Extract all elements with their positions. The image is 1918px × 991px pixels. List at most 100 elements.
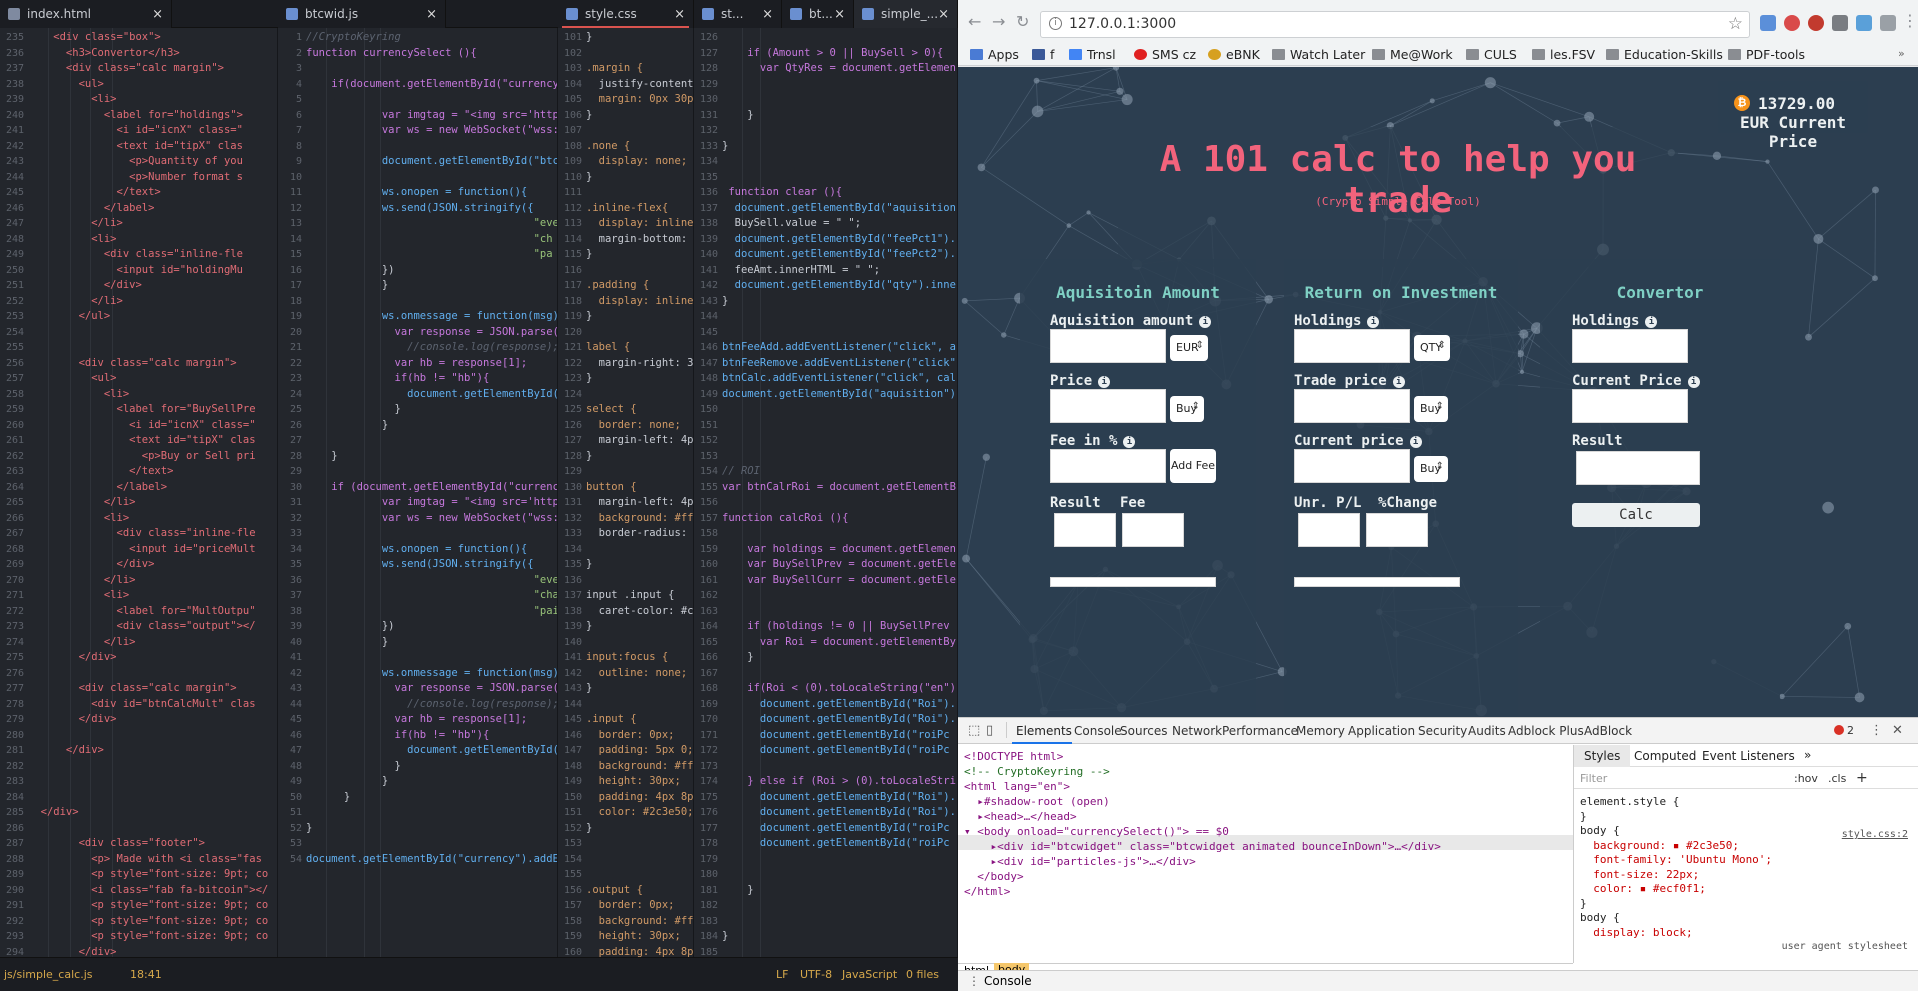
dom-node-line[interactable]: ▸<div id="particles-js">…</div>: [964, 854, 1195, 869]
devtools-tab-elements[interactable]: Elements: [1016, 724, 1072, 738]
editor-pane-btcwid-js[interactable]: 1 2 3 4 5 6 7 8 9 10 11 12 13 14 15 16 17 18 19 20 21 22 23 24 2…: [278, 28, 558, 957]
style-rule-line[interactable]: display: block;: [1580, 926, 1692, 940]
devtools-tab-security[interactable]: Security: [1418, 724, 1467, 738]
status-grammar[interactable]: JavaScript: [842, 968, 897, 981]
close-icon[interactable]: ×: [938, 7, 949, 22]
bookmark-star-icon[interactable]: ☆: [1728, 14, 1743, 34]
info-icon[interactable]: i: [1199, 316, 1212, 328]
device-toolbar-icon[interactable]: ▯: [986, 723, 993, 738]
tab-btcwid-js[interactable]: btcwid.js ×: [278, 0, 446, 28]
menu-icon[interactable]: ⋮: [1902, 11, 1918, 30]
extension-opera-icon[interactable]: [1784, 15, 1800, 31]
style-rule-line[interactable]: element.style {: [1580, 795, 1679, 809]
add-fee-button[interactable]: Add Fee: [1170, 449, 1216, 483]
close-icon[interactable]: ×: [152, 7, 163, 22]
devtools-tab-console[interactable]: Console: [1074, 724, 1122, 738]
info-icon[interactable]: i: [1367, 316, 1380, 328]
convertor-holdings-input[interactable]: [1572, 329, 1688, 363]
dom-node-line[interactable]: ▸#shadow-root (open): [964, 794, 1109, 809]
new-rule-icon[interactable]: +: [1856, 770, 1868, 786]
extension-hat-icon[interactable]: [1832, 15, 1848, 31]
info-icon[interactable]: i: [1687, 376, 1700, 388]
editor-pane-index-html[interactable]: 235 236 237 238 239 240 241 242 243 244 245 246 247 2…: [0, 28, 278, 957]
bookmark-watch-later[interactable]: Watch Later: [1272, 47, 1365, 62]
dom-node-line[interactable]: ▸<head>…</head>: [964, 809, 1076, 824]
editor-pane-style-css[interactable]: 101 102 103 104 105 106 107 108 109 110 111 112 113 1…: [558, 28, 694, 957]
close-icon[interactable]: ×: [834, 7, 845, 22]
calc-button[interactable]: Calc: [1572, 503, 1700, 527]
style-rule-line[interactable]: }: [1580, 897, 1587, 911]
status-line-ending[interactable]: LF: [776, 968, 788, 981]
tab-computed[interactable]: Computed: [1634, 749, 1696, 763]
address-bar[interactable]: i 127.0.0.1:3000 ☆: [1040, 11, 1750, 38]
tab-style-css[interactable]: style.css ×: [558, 0, 694, 28]
style-rule-line[interactable]: background: ▪ #2c3e50;: [1580, 839, 1739, 853]
code-area[interactable]: if (Amount > 0 || BuySell > 0){ var QtyR…: [722, 28, 957, 957]
fee-input[interactable]: [1050, 449, 1166, 483]
info-icon[interactable]: i: [1645, 316, 1658, 328]
info-icon[interactable]: i: [1409, 436, 1422, 448]
style-source-link[interactable]: style.css:2: [1842, 829, 1908, 840]
dom-node-line[interactable]: </body>: [964, 869, 1023, 884]
current-side-select[interactable]: Buy: [1414, 456, 1448, 482]
elements-tree[interactable]: <!DOCTYPE html> <!-- CryptoKeyring --> <ht…: [958, 745, 1573, 963]
inspect-icon[interactable]: ⬚: [968, 723, 980, 738]
extension-pinwheel-icon[interactable]: [1856, 15, 1872, 31]
info-icon[interactable]: i: [1049, 17, 1062, 30]
roi-holdings-input[interactable]: [1294, 329, 1410, 363]
bookmark-pdf-tools[interactable]: PDF-tools: [1728, 47, 1805, 62]
tab-styles[interactable]: Styles: [1584, 749, 1620, 763]
bookmark-ebnk[interactable]: eBNK: [1208, 47, 1260, 62]
style-rule-line[interactable]: }: [1580, 810, 1587, 824]
close-icon[interactable]: ×: [674, 7, 685, 22]
console-drawer-tab[interactable]: Console: [984, 974, 1032, 988]
status-encoding[interactable]: UTF-8: [800, 968, 832, 981]
price-input[interactable]: [1050, 389, 1166, 423]
price-side-select[interactable]: Buy: [1170, 396, 1204, 422]
tab-simple-calc[interactable]: simple_... ×: [854, 0, 958, 28]
reload-icon[interactable]: ↻: [1016, 12, 1029, 31]
aquisition-amount-input[interactable]: [1050, 329, 1166, 363]
bookmarks-overflow-icon[interactable]: »: [1898, 47, 1905, 60]
bookmark-sms[interactable]: SMS cz: [1134, 47, 1196, 62]
tab-bt[interactable]: bt... ×: [782, 0, 854, 28]
devtools-close-icon[interactable]: ✕: [1892, 723, 1903, 738]
devtools-tab-application[interactable]: Application: [1348, 724, 1415, 738]
style-rule-line[interactable]: body {: [1580, 824, 1620, 838]
bookmark-trnsl[interactable]: Trnsl: [1069, 47, 1116, 62]
dom-node-line[interactable]: ▸<div id="btcwidget" class="btcwidget an…: [964, 839, 1440, 854]
dom-node-line[interactable]: <html lang="en">: [964, 779, 1070, 794]
info-icon[interactable]: i: [1098, 376, 1111, 388]
status-cursor-position[interactable]: 18:41: [130, 968, 162, 981]
bookmark-les-fsv[interactable]: les.FSV: [1532, 47, 1595, 62]
devtools-tab-network[interactable]: Network: [1172, 724, 1222, 738]
dom-node-line[interactable]: </html>: [964, 884, 1010, 899]
holdings-unit-select[interactable]: QTY: [1414, 335, 1450, 361]
devtools-tab-audits[interactable]: Audits: [1468, 724, 1506, 738]
trade-price-input[interactable]: [1294, 389, 1410, 423]
devtools-menu-icon[interactable]: ⋮: [1870, 723, 1883, 738]
devtools-tab-memory[interactable]: Memory: [1296, 724, 1345, 738]
devtools-tab-adblock-plus[interactable]: Adblock Plus: [1508, 724, 1584, 738]
currency-select[interactable]: EUR: [1170, 335, 1208, 361]
extension-calendar-icon[interactable]: [1760, 15, 1776, 31]
code-area[interactable]: //CryptoKeyring function currencySelect (…: [306, 28, 557, 957]
devtools-tab-performance[interactable]: Performance: [1222, 724, 1298, 738]
devtools-tab-adblock[interactable]: AdBlock: [1584, 724, 1632, 738]
info-icon[interactable]: i: [1392, 376, 1405, 388]
hover-toggle[interactable]: :hov: [1794, 772, 1818, 785]
back-icon[interactable]: ←: [968, 12, 981, 31]
editor-pane-simple-calc[interactable]: 126 127 128 129 130 131 132 133 134 135 136 137 138 1…: [694, 28, 958, 957]
tab-index-html[interactable]: index.html ×: [0, 0, 172, 28]
style-rule-line[interactable]: color: ▪ #ecf0f1;: [1580, 882, 1706, 896]
code-area[interactable]: } .margin { justify-content: margin: 0px …: [586, 28, 693, 957]
error-counter[interactable]: 2: [1834, 724, 1854, 737]
more-tabs-icon[interactable]: »: [1804, 748, 1811, 762]
bookmark-facebook[interactable]: f: [1032, 47, 1054, 62]
tab-st[interactable]: st... ×: [694, 0, 782, 28]
clear-button[interactable]: [1050, 577, 1216, 587]
bookmark-culs[interactable]: CULS: [1466, 47, 1517, 62]
class-toggle[interactable]: .cls: [1828, 772, 1846, 785]
styles-filter-input[interactable]: Filter: [1580, 772, 1607, 785]
adblock-plus-icon[interactable]: [1808, 15, 1824, 31]
